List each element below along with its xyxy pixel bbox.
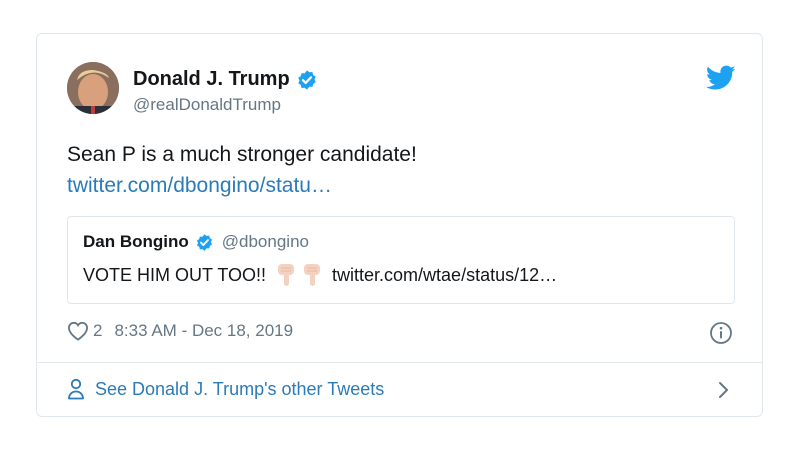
tweet-text: Sean P is a much stronger candidate! bbox=[67, 143, 417, 166]
quoted-tweet[interactable]: Dan Bongino @dbongino VOTE HIM OUT TOO!!… bbox=[67, 216, 735, 304]
tweet-link[interactable]: twitter.com/dbongino/statu… bbox=[67, 171, 332, 201]
quoted-body: VOTE HIM OUT TOO!! twitter.com/wtae/stat… bbox=[83, 263, 557, 287]
author-name[interactable]: Donald J. Trump bbox=[133, 68, 290, 91]
author-name-row: Donald J. Trump bbox=[133, 68, 318, 91]
quoted-author-handle: @dbongino bbox=[221, 232, 309, 251]
backhand-index-pointing-down-icon bbox=[278, 264, 295, 286]
see-other-tweets-link[interactable]: See Donald J. Trump's other Tweets bbox=[67, 378, 384, 400]
like-count: 2 bbox=[93, 321, 103, 340]
backhand-index-pointing-down-icon bbox=[304, 264, 321, 286]
verified-badge-icon bbox=[297, 69, 316, 90]
quoted-link[interactable]: twitter.com/wtae/status/12… bbox=[332, 265, 557, 286]
timestamp[interactable]: 8:33 AM - Dec 18, 2019 bbox=[114, 321, 293, 341]
tweet-meta: 2 8:33 AM - Dec 18, 2019 bbox=[67, 321, 293, 341]
info-icon[interactable] bbox=[709, 321, 733, 345]
tweet-card: Donald J. Trump @realDonaldTrump Sean P … bbox=[36, 33, 763, 417]
heart-icon[interactable] bbox=[67, 321, 89, 341]
chevron-right-icon[interactable] bbox=[717, 380, 731, 400]
quoted-author-name: Dan Bongino bbox=[83, 232, 189, 251]
quoted-text: VOTE HIM OUT TOO!! bbox=[83, 264, 267, 285]
quoted-author-row: Dan Bongino @dbongino bbox=[83, 232, 309, 252]
avatar[interactable] bbox=[67, 62, 119, 114]
person-icon bbox=[68, 378, 84, 400]
author-handle[interactable]: @realDonaldTrump bbox=[133, 95, 281, 115]
avatar-photo bbox=[67, 62, 119, 114]
see-other-tweets-label: See Donald J. Trump's other Tweets bbox=[95, 378, 385, 399]
verified-badge-icon bbox=[196, 233, 212, 251]
divider bbox=[37, 362, 762, 363]
twitter-bird-icon[interactable] bbox=[706, 65, 736, 91]
